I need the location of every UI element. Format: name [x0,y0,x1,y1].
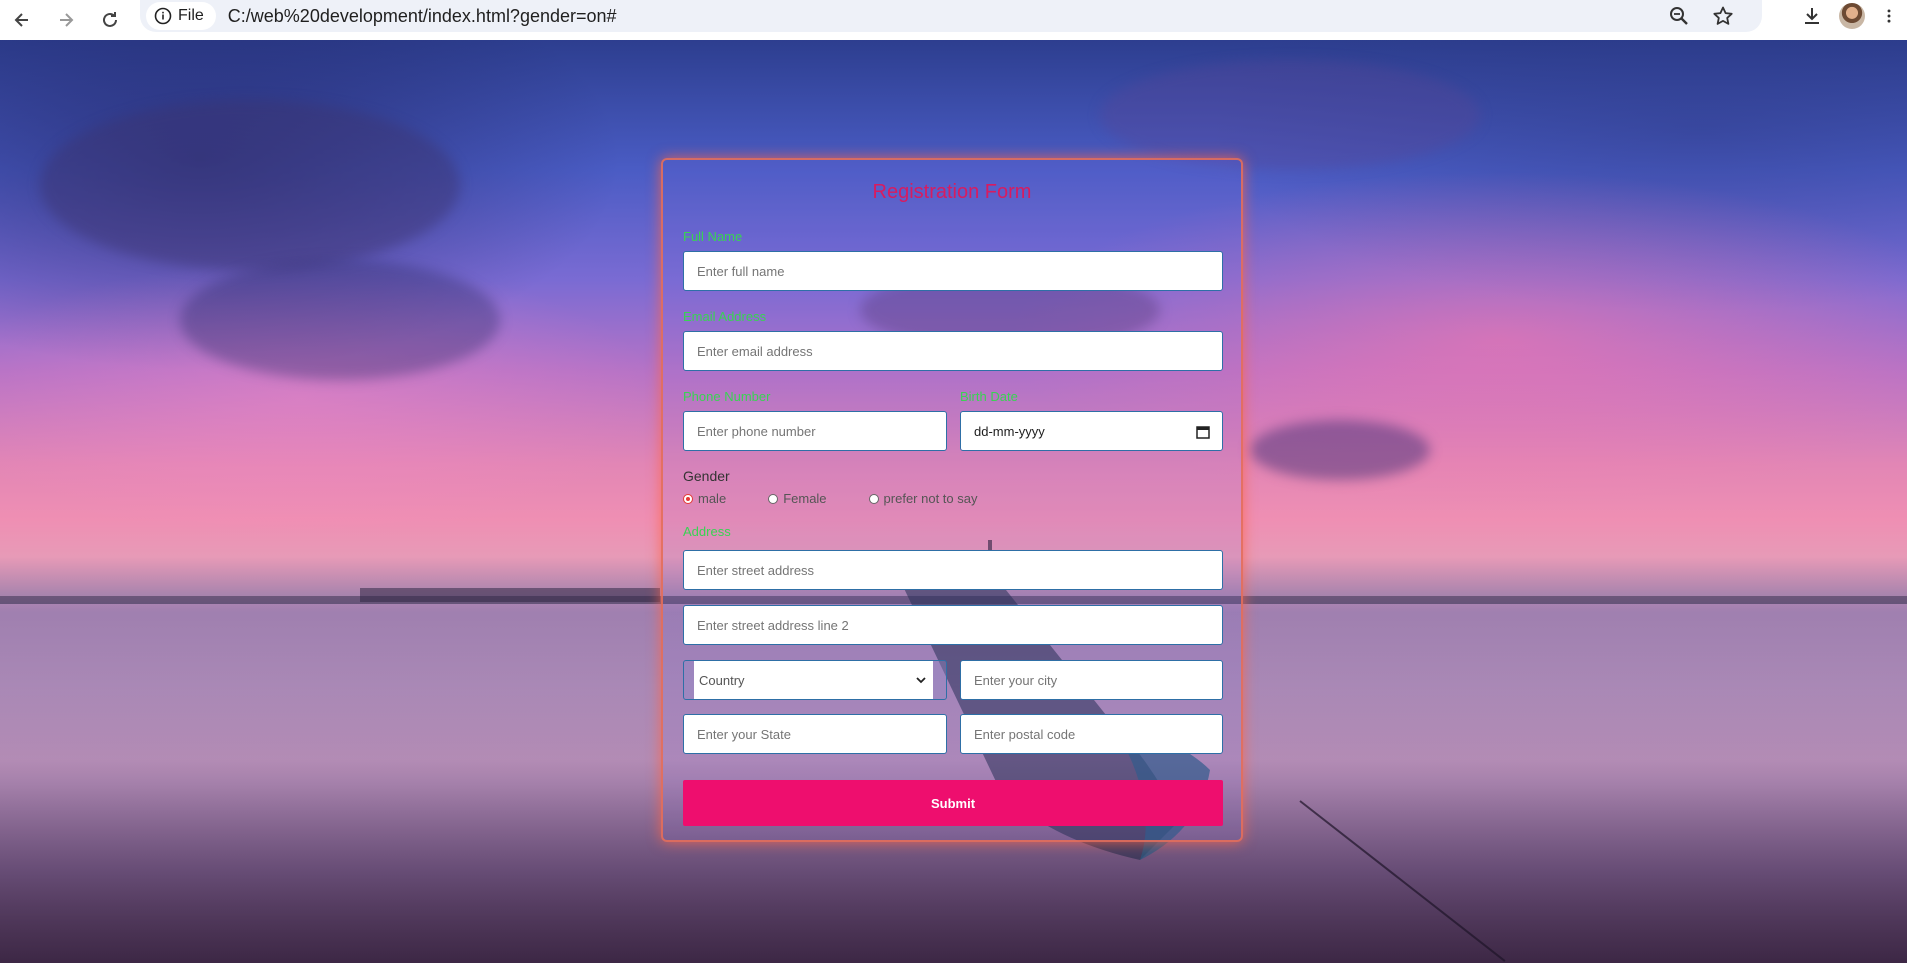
cloud [180,260,500,380]
forward-button[interactable] [50,4,82,36]
url-text[interactable]: C:/web%20development/index.html?gender=o… [228,6,617,27]
toolbar-right [1801,0,1907,32]
zoom-icon[interactable] [1668,5,1690,27]
radio-label: prefer not to say [883,491,978,506]
pier [360,588,660,602]
reload-button[interactable] [94,4,126,36]
chevron-down-icon [916,677,926,684]
radio-male[interactable] [683,493,693,504]
info-icon [154,7,172,25]
postal-code-input[interactable]: Enter postal code [960,714,1223,754]
registration-form: Registration Form Full Name Enter full n… [661,158,1243,842]
avatar[interactable] [1839,3,1865,29]
full-name-input[interactable]: Enter full name [683,251,1223,291]
gender-option-female[interactable]: Female [768,491,827,506]
gender-option-prefer-not[interactable]: prefer not to say [868,491,978,506]
back-button[interactable] [6,4,38,36]
cloud [1100,60,1480,170]
street2-input[interactable]: Enter street address line 2 [683,605,1223,645]
site-info-chip[interactable]: File [146,2,216,30]
city-input[interactable]: Enter your city [960,660,1223,700]
back-arrow-icon [14,13,28,27]
radio-label: Female [783,491,827,506]
bookmark-star-icon[interactable] [1712,5,1734,27]
phone-input[interactable]: Enter phone number [683,411,947,451]
cloud [40,100,460,270]
radio-prefer-not[interactable] [868,493,879,504]
gender-label: Gender [683,468,730,484]
birth-date-input[interactable]: dd-mm-yyyy [960,411,1223,451]
email-input[interactable]: Enter email address [683,331,1223,371]
email-label: Email Address [683,309,767,324]
phone-label: Phone Number [683,389,771,404]
country-select-box: Country [694,661,933,699]
radio-label: male [698,491,727,506]
birth-date-value: dd-mm-yyyy [974,423,1045,439]
country-value: Country [699,672,745,688]
address-label: Address [683,524,731,539]
country-select[interactable]: Country [683,660,947,700]
street-input[interactable]: Enter street address [683,550,1223,590]
birth-date-label: Birth Date [960,389,1018,404]
reload-icon [103,12,117,27]
address-bar[interactable]: File C:/web%20development/index.html?gen… [140,0,1762,32]
download-icon[interactable] [1801,5,1823,27]
calendar-icon[interactable] [1196,425,1210,439]
submit-button[interactable]: Submit [683,780,1223,826]
state-input[interactable]: Enter your State [683,714,947,754]
form-title: Registration Form [872,181,1032,203]
site-chip-label: File [178,7,204,24]
cloud [1250,420,1430,480]
radio-female[interactable] [768,493,779,504]
browser-toolbar: File C:/web%20development/index.html?gen… [0,0,1907,40]
gender-options: male Female prefer not to say [683,491,978,506]
omnibox-actions [1668,0,1734,32]
kebab-menu-icon[interactable] [1881,5,1897,27]
forward-arrow-icon [60,13,74,27]
gender-option-male[interactable]: male [683,491,726,506]
full-name-label: Full Name [683,229,743,244]
